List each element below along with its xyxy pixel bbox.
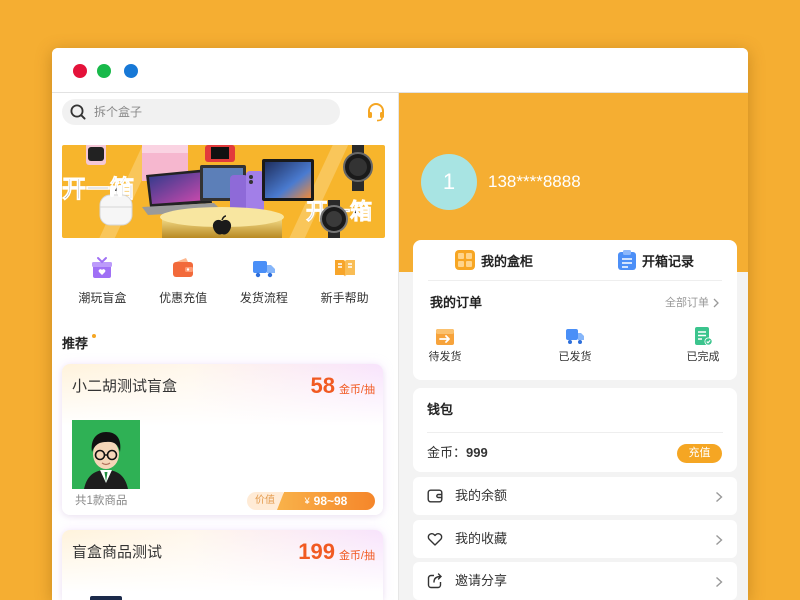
window-close-button[interactable] xyxy=(73,64,87,78)
quick-link-shipping[interactable]: 发货流程 xyxy=(224,256,305,305)
wallet-card: 钱包 金币：999 充值 xyxy=(413,388,737,472)
product-name: 小二胡测试盲盒 xyxy=(72,378,178,395)
quick-link-blind-box[interactable]: 潮玩盲盒 xyxy=(62,256,143,305)
order-status-label: 已发货 xyxy=(558,351,592,363)
truck-icon xyxy=(252,256,276,280)
banner-console-image xyxy=(205,145,235,162)
divider xyxy=(427,432,723,433)
quick-link-label: 优惠充值 xyxy=(159,291,208,305)
section-title-dot xyxy=(92,334,96,338)
product-card[interactable]: 盲盒商品测试 199 金币/抽 xyxy=(62,530,383,600)
clipboard-icon xyxy=(617,250,636,270)
shortcut-label: 开箱记录 xyxy=(641,253,694,269)
banner-gold-bowl-image xyxy=(160,207,284,238)
banner-watch-image xyxy=(86,145,106,165)
share-icon xyxy=(427,573,443,589)
menu-item-favorites[interactable]: 我的收藏 xyxy=(413,520,737,558)
order-status-label: 已完成 xyxy=(686,351,720,363)
product-price: 199 金币/抽 xyxy=(298,539,375,565)
value-range-text: 98~98 xyxy=(313,494,348,508)
value-range: ¥ 98~98 xyxy=(277,492,375,510)
shortcut-row: 我的盒柜 开箱记录 xyxy=(413,240,737,280)
price-value: 58 xyxy=(310,373,335,398)
wallet-title: 钱包 xyxy=(427,402,454,417)
headset-icon[interactable] xyxy=(366,102,386,122)
chevron-right-icon xyxy=(715,490,723,503)
profile-panel: 1 138****8888 我的盒柜 开箱记录 我的订单 全部订单 待发货 已发… xyxy=(399,93,748,600)
quick-links: 潮玩盲盒 优惠充值 发货流程 新手帮助 xyxy=(62,256,385,305)
value-currency: ¥ xyxy=(304,496,310,506)
product-price: 58 金币/抽 xyxy=(310,373,375,399)
wallet-icon xyxy=(171,256,195,280)
avatar[interactable]: 1 xyxy=(421,154,477,210)
product-image xyxy=(90,596,122,600)
recharge-button[interactable]: 充值 xyxy=(677,444,722,463)
orders-card: 我的盒柜 开箱记录 我的订单 全部订单 待发货 已发货 已完成 xyxy=(413,240,737,380)
order-status-shipped[interactable]: 已发货 xyxy=(545,326,605,364)
home-panel: 开一箱 开一箱 xyxy=(52,93,398,600)
product-item-count: 共1款商品 xyxy=(75,495,128,507)
menu-item-label: 我的余额 xyxy=(455,488,508,503)
truck-icon xyxy=(565,326,585,346)
package-arrow-icon xyxy=(435,326,455,346)
product-image xyxy=(72,420,140,489)
divider xyxy=(428,280,722,281)
coin-balance: 金币：999 xyxy=(427,445,488,461)
chevron-right-icon xyxy=(715,533,723,546)
menu-item-label: 我的收藏 xyxy=(455,531,508,546)
unbox-history-link[interactable]: 开箱记录 xyxy=(575,240,737,280)
quick-link-label: 潮玩盲盒 xyxy=(78,291,127,305)
quick-link-label: 发货流程 xyxy=(239,291,288,305)
search-icon xyxy=(70,104,86,120)
value-range-badge: 价值 ¥ 98~98 xyxy=(247,492,375,510)
price-value: 199 xyxy=(298,539,335,564)
window-maximize-button[interactable] xyxy=(124,64,138,78)
product-name: 盲盒商品测试 xyxy=(72,544,163,561)
search-input[interactable] xyxy=(94,102,324,122)
menu-item-balance[interactable]: 我的余额 xyxy=(413,477,737,515)
order-status-pending[interactable]: 待发货 xyxy=(415,326,475,364)
title-bar xyxy=(52,48,748,93)
product-card[interactable]: 小二胡测试盲盒 58 金币/抽 共1款商品 价值 ¥ 98~98 xyxy=(62,364,383,515)
all-orders-link[interactable]: 全部订单 xyxy=(665,296,719,310)
chevron-right-icon xyxy=(715,575,723,588)
quick-link-recharge[interactable]: 优惠充值 xyxy=(143,256,224,305)
order-status-label: 待发货 xyxy=(428,351,462,363)
wallet-outline-icon xyxy=(427,488,443,504)
section-title-recommend: 推荐 xyxy=(62,336,89,351)
my-box-cabinet-link[interactable]: 我的盒柜 xyxy=(413,240,575,280)
promo-banner[interactable]: 开一箱 开一箱 xyxy=(62,145,385,238)
price-unit: 金币/抽 xyxy=(338,384,375,396)
grid-icon xyxy=(454,250,475,270)
book-icon xyxy=(333,256,357,280)
menu-item-label: 邀请分享 xyxy=(455,573,508,588)
chevron-right-icon xyxy=(713,298,719,308)
price-unit: 金币/抽 xyxy=(338,550,375,562)
user-phone: 138****8888 xyxy=(488,172,581,191)
orders-title: 我的订单 xyxy=(430,295,483,310)
quick-link-label: 新手帮助 xyxy=(320,291,369,305)
menu-item-invite[interactable]: 邀请分享 xyxy=(413,562,737,600)
shortcut-label: 我的盒柜 xyxy=(480,253,533,269)
heart-outline-icon xyxy=(427,531,443,547)
checklist-icon xyxy=(693,326,713,346)
coin-balance-label: 金币： xyxy=(427,445,467,460)
search-bar[interactable] xyxy=(62,99,340,125)
order-status-completed[interactable]: 已完成 xyxy=(673,326,733,364)
banner-laptop-image-3 xyxy=(262,159,314,201)
coin-balance-value: 999 xyxy=(466,445,488,460)
quick-link-help[interactable]: 新手帮助 xyxy=(304,256,385,305)
window-minimize-button[interactable] xyxy=(97,64,111,78)
value-label: 价值 xyxy=(247,492,283,510)
gift-box-icon xyxy=(90,256,114,280)
all-orders-label: 全部订单 xyxy=(665,297,709,309)
app-window: 开一箱 开一箱 xyxy=(52,48,748,600)
